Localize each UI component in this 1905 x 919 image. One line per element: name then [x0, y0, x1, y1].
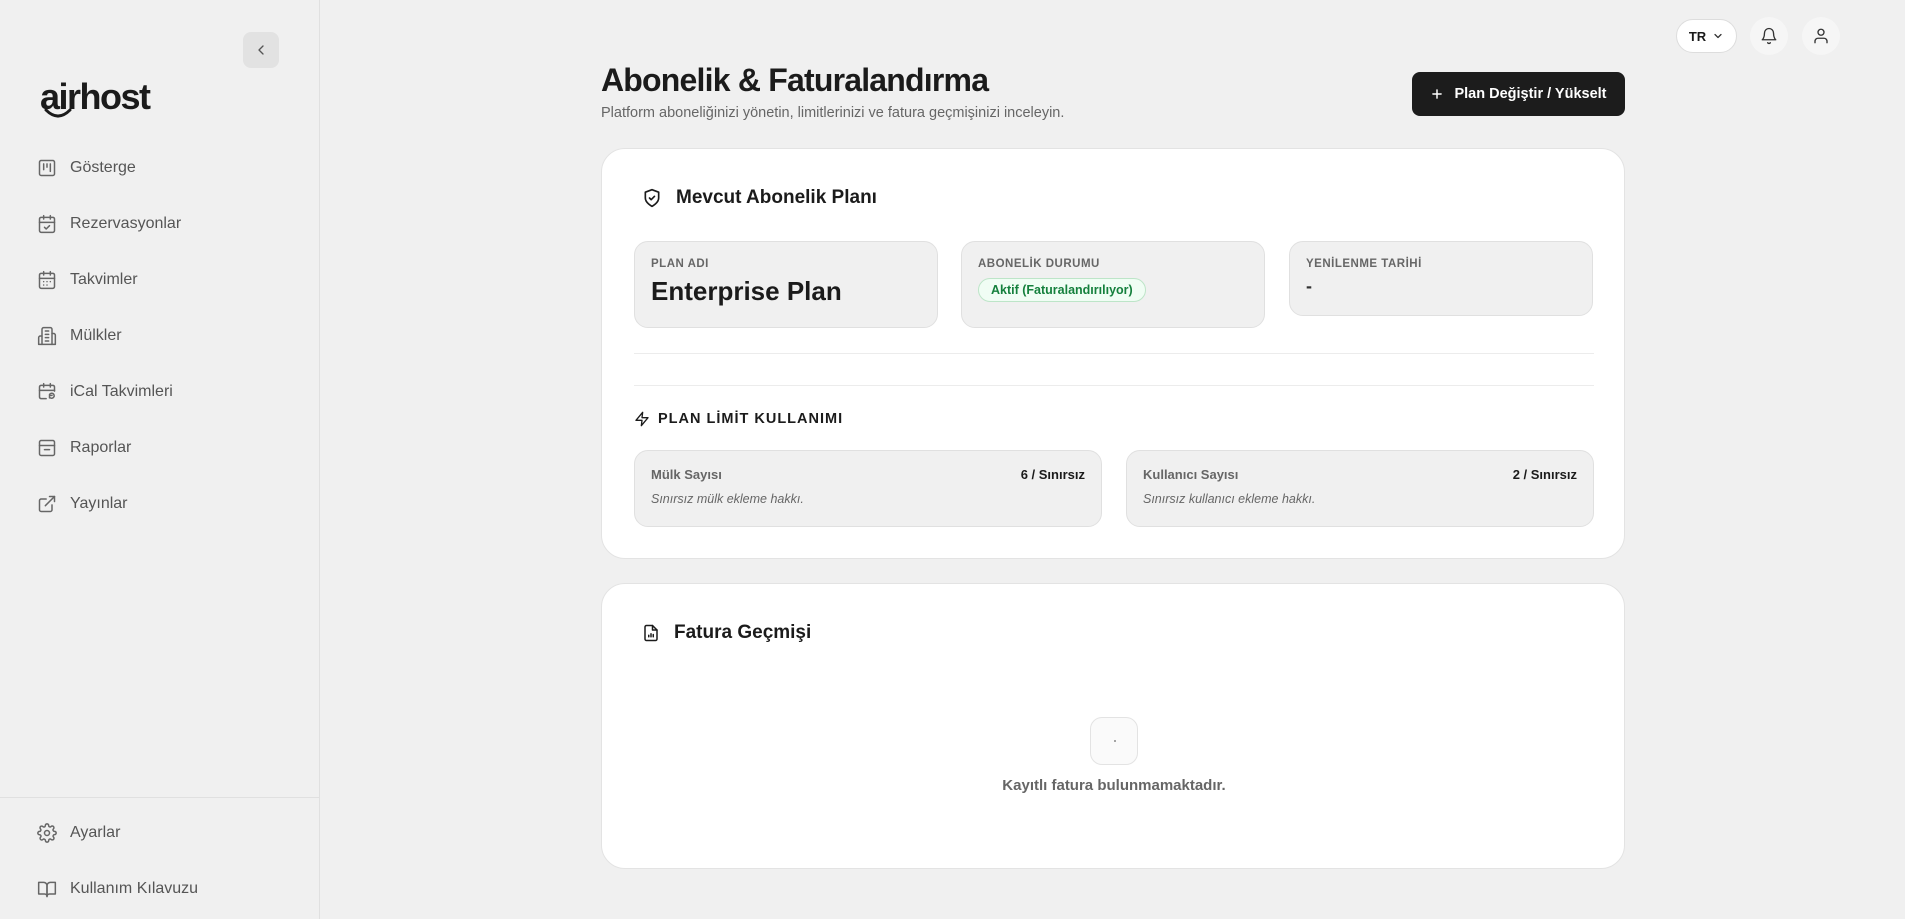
sidebar-item-gosterge[interactable]: Gösterge: [0, 140, 320, 196]
sidebar-item-label: iCal Takvimleri: [70, 383, 173, 400]
subscription-card-header: Mevcut Abonelik Planı: [642, 187, 877, 209]
book-icon: [37, 879, 57, 899]
calendar-icon: [37, 270, 57, 290]
renewal-date-value: -: [1306, 276, 1312, 296]
user-limit-box: Kullanıcı Sayısı 2 / Sınırsız Sınırsız k…: [1126, 450, 1594, 527]
sidebar: airhost Gösterge Rezervasyonlar Takvimle…: [0, 0, 320, 919]
plan-name-label: PLAN ADI: [651, 258, 709, 270]
plan-limits-title: PLAN LİMİT KULLANIMI: [658, 411, 844, 427]
property-limit-note: Sınırsız mülk ekleme hakkı.: [651, 492, 804, 506]
collapse-sidebar-button[interactable]: [243, 32, 279, 68]
sidebar-nav: Gösterge Rezervasyonlar Takvimler Mülkle…: [0, 140, 320, 532]
sidebar-item-ayarlar[interactable]: Ayarlar: [0, 805, 320, 861]
language-selector[interactable]: TR: [1676, 19, 1737, 53]
calendar-sync-icon: [37, 382, 57, 402]
plan-name-box: PLAN ADI Enterprise Plan: [634, 241, 938, 328]
subscription-card: Mevcut Abonelik Planı PLAN ADI Enterpris…: [601, 148, 1625, 559]
sidebar-item-label: Yayınlar: [70, 495, 128, 512]
user-limit-label: Kullanıcı Sayısı: [1143, 467, 1239, 482]
sidebar-item-raporlar[interactable]: Raporlar: [0, 420, 320, 476]
archive-icon: [37, 438, 57, 458]
sidebar-item-label: Kullanım Kılavuzu: [70, 880, 199, 897]
sidebar-item-kilavuz[interactable]: Kullanım Kılavuzu: [0, 861, 320, 917]
plus-icon: [1432, 89, 1443, 99]
sidebar-item-label: Raporlar: [70, 439, 132, 456]
property-limit-label: Mülk Sayısı: [651, 467, 722, 482]
sidebar-item-label: Ayarlar: [70, 824, 121, 841]
chevron-left-icon: [258, 45, 264, 55]
lightning-icon: [635, 411, 649, 427]
user-icon: [1814, 28, 1828, 44]
status-badge: Aktif (Faturalandırılıyor): [978, 278, 1146, 302]
sidebar-item-mulkler[interactable]: Mülkler: [0, 308, 320, 364]
sidebar-item-label: Rezervasyonlar: [70, 215, 182, 232]
subscription-status-box: ABONELİK DURUMU Aktif (Faturalandırılıyo…: [961, 241, 1265, 328]
invoice-card-header: Fatura Geçmişi: [642, 622, 811, 644]
notifications-button[interactable]: [1750, 17, 1788, 55]
dashboard-icon: [37, 158, 57, 178]
divider: [634, 353, 1594, 354]
plan-limits-header: PLAN LİMİT KULLANIMI: [634, 411, 843, 427]
calendar-check-icon: [37, 214, 57, 234]
sidebar-item-takvimler[interactable]: Takvimler: [0, 252, 320, 308]
sidebar-bottom: Ayarlar Kullanım Kılavuzu: [0, 797, 320, 917]
gear-icon: [37, 823, 57, 843]
sidebar-item-ical[interactable]: iCal Takvimleri: [0, 364, 320, 420]
plan-name-value: Enterprise Plan: [651, 276, 842, 306]
sidebar-item-label: Takvimler: [70, 271, 138, 288]
shield-check-icon: [644, 188, 660, 208]
page-title: Abonelik & Faturalandırma: [601, 62, 989, 98]
external-link-icon: [37, 494, 57, 514]
sidebar-item-rezervasyonlar[interactable]: Rezervasyonlar: [0, 196, 320, 252]
sidebar-item-yayinlar[interactable]: Yayınlar: [0, 476, 320, 532]
change-plan-button[interactable]: Plan Değiştir / Yükselt: [1412, 72, 1625, 116]
property-limit-box: Mülk Sayısı 6 / Sınırsız Sınırsız mülk e…: [634, 450, 1102, 527]
renewal-date-label: YENİLENME TARİHİ: [1306, 258, 1422, 270]
renewal-date-box: YENİLENME TARİHİ -: [1289, 241, 1593, 316]
empty-state-icon: [1090, 717, 1138, 765]
property-limit-value: 6 / Sınırsız: [1020, 467, 1085, 482]
user-menu-button[interactable]: [1802, 17, 1840, 55]
language-label: TR: [1688, 28, 1707, 44]
subscription-card-title: Mevcut Abonelik Planı: [676, 187, 877, 208]
logo-smile-icon: [44, 108, 72, 118]
bell-icon: [1761, 27, 1777, 45]
chevron-down-icon: [1714, 33, 1722, 39]
page-subtitle: Platform aboneliğinizi yönetin, limitler…: [601, 105, 1065, 121]
empty-state-text: Kayıtlı fatura bulunmamaktadır.: [1002, 777, 1226, 794]
sidebar-item-label: Mülkler: [70, 327, 122, 344]
user-limit-value: 2 / Sınırsız: [1512, 467, 1577, 482]
user-limit-note: Sınırsız kullanıcı ekleme hakkı.: [1143, 492, 1316, 506]
building-icon: [37, 326, 57, 346]
divider: [634, 385, 1594, 386]
change-plan-label: Plan Değiştir / Yükselt: [1454, 86, 1607, 102]
invoice-history-card: Fatura Geçmişi Kayıtlı fatura bulunmamak…: [601, 583, 1625, 869]
sidebar-item-label: Gösterge: [70, 159, 136, 176]
invoice-card-title: Fatura Geçmişi: [674, 622, 812, 643]
file-chart-icon: [644, 624, 658, 642]
subscription-status-label: ABONELİK DURUMU: [978, 258, 1100, 270]
